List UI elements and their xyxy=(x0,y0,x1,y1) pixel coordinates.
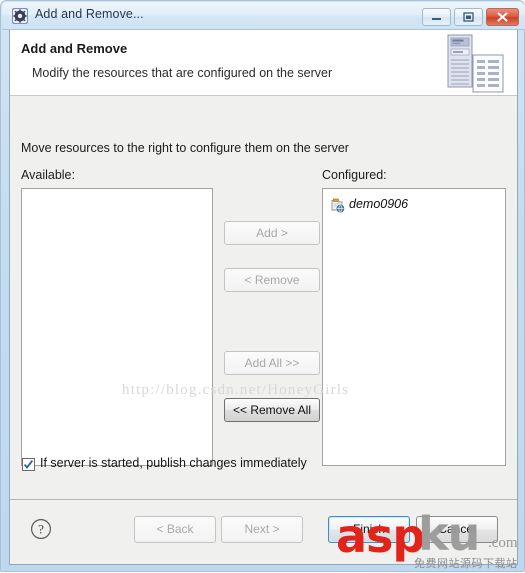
dialog-window: Add and Remove... Add and Remove Modify … xyxy=(0,0,525,572)
remove-button[interactable]: < Remove xyxy=(224,268,320,292)
minimize-icon xyxy=(432,18,441,20)
list-item-label: demo0906 xyxy=(349,197,409,211)
title-bar[interactable]: Add and Remove... xyxy=(2,2,525,30)
available-label: Available: xyxy=(21,168,75,182)
next-button[interactable]: Next > xyxy=(221,516,303,543)
question-mark-icon[interactable]: ? xyxy=(30,518,52,540)
maximize-button[interactable] xyxy=(454,8,483,26)
checkmark-icon xyxy=(23,460,34,469)
close-icon xyxy=(497,12,508,22)
page-description: Modify the resources that are configured… xyxy=(32,66,333,80)
back-button[interactable]: < Back xyxy=(134,516,216,543)
configured-label: Configured: xyxy=(322,168,387,182)
wizard-header-banner: Add and Remove Modify the resources that… xyxy=(10,30,517,96)
svg-text:?: ? xyxy=(38,522,44,537)
page-title: Add and Remove xyxy=(21,41,128,56)
remove-all-button[interactable]: << Remove All xyxy=(224,398,320,422)
close-button[interactable] xyxy=(486,8,519,26)
instruction-text: Move resources to the right to configure… xyxy=(21,141,349,155)
available-list[interactable] xyxy=(21,188,213,466)
gear-icon xyxy=(12,8,28,24)
cancel-button[interactable]: Cancel xyxy=(416,516,498,543)
add-all-button[interactable]: Add All >> xyxy=(224,351,320,375)
configured-list[interactable]: demo0906 xyxy=(322,188,506,466)
minimize-button[interactable] xyxy=(422,8,451,26)
dialog-body: Move resources to the right to configure… xyxy=(10,96,517,500)
finish-button[interactable]: Finish xyxy=(328,516,410,543)
publish-immediately-label: If server is started, publish changes im… xyxy=(40,456,307,470)
add-button[interactable]: Add > xyxy=(224,221,320,245)
list-item[interactable]: demo0906 xyxy=(323,195,505,214)
publish-immediately-checkbox[interactable] xyxy=(22,458,35,471)
server-and-document-icon xyxy=(440,32,510,94)
maximize-icon xyxy=(463,12,474,22)
dialog-footer: ? < Back Next > Finish Cancel xyxy=(10,499,517,564)
window-title: Add and Remove... xyxy=(35,7,144,21)
dialog-client-area: Add and Remove Modify the resources that… xyxy=(9,30,518,565)
web-module-icon xyxy=(329,197,345,213)
